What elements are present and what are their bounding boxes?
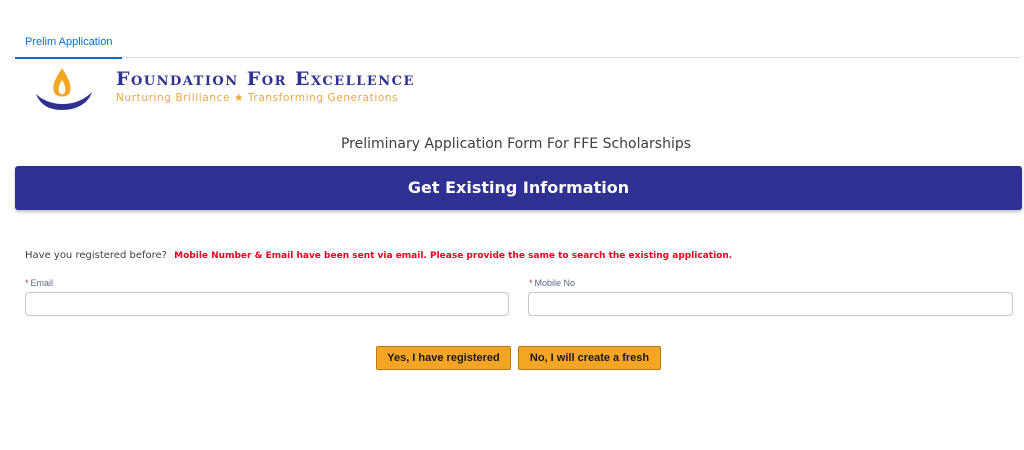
email-field[interactable] [25,292,509,316]
required-marker: * [529,278,533,288]
question-text: Have you registered before? [25,250,167,261]
flame-hand-logo-icon [36,68,92,110]
logo-title: Foundation For Excellence [116,68,415,90]
star-icon: ★ [233,92,244,104]
mobile-label: * Mobile No [529,278,575,288]
tab-label: Prelim Application [25,36,113,48]
section-banner: Get Existing Information [15,166,1022,210]
logo-tagline: Nurturing Brilliance ★ Transforming Gene… [116,92,398,104]
create-fresh-button[interactable]: No, I will create a fresh [518,346,661,370]
email-label: * Email [25,278,53,288]
registration-question: Have you registered before? Mobile Numbe… [25,250,732,261]
banner-title: Get Existing Information [407,178,630,197]
tagline-left: Nurturing Brilliance [116,92,231,104]
tagline-right: Transforming Generations [247,92,399,104]
tab-bar: Prelim Application [15,36,1021,59]
required-marker: * [25,278,29,288]
mobile-label-text: Mobile No [534,278,576,288]
notice-text: Mobile Number & Email have been sent via… [174,251,733,261]
foundation-logo: Foundation For Excellence Nurturing Bril… [30,64,480,114]
email-label-text: Email [30,278,54,288]
active-tab-indicator [15,57,123,59]
tab-prelim-application[interactable]: Prelim Application [15,36,123,59]
mobile-field[interactable] [528,292,1013,316]
yes-registered-button[interactable]: Yes, I have registered [376,346,511,370]
form-title: Preliminary Application Form For FFE Sch… [340,136,692,152]
